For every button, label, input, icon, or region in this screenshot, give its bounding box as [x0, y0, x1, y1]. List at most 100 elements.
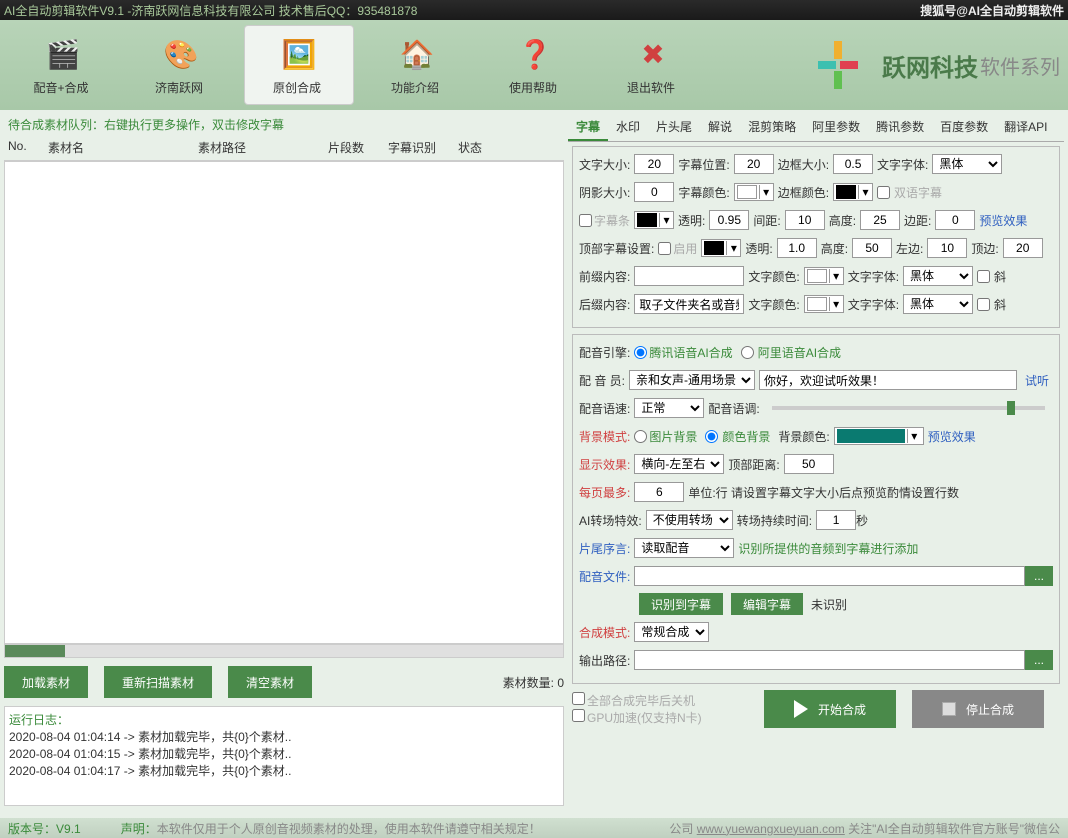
edit-subtitle-button[interactable]: 编辑字幕 — [731, 593, 803, 615]
margin-input[interactable] — [935, 210, 975, 230]
load-material-button[interactable]: 加载素材 — [4, 666, 88, 698]
voice-select[interactable]: 亲和女声-通用场景 — [629, 370, 755, 390]
tool-features[interactable]: 🏠功能介绍 — [362, 25, 472, 105]
transparency-input[interactable] — [709, 210, 749, 230]
shutdown-option[interactable]: 全部合成完毕后关机 — [572, 692, 702, 709]
tab-baidu-params[interactable]: 百度参数 — [932, 114, 996, 141]
tail-select[interactable]: 读取配音 — [634, 538, 734, 558]
position-label: 字幕位置: — [678, 156, 729, 173]
tool-help[interactable]: ❓使用帮助 — [480, 25, 590, 105]
subtitle-bar-checkbox[interactable] — [579, 214, 592, 227]
logo-area: 跃网科技 软件系列 — [798, 30, 1060, 100]
tab-narration[interactable]: 解说 — [700, 114, 740, 141]
ali-radio[interactable] — [741, 346, 754, 359]
effect-select[interactable]: 横向-左至右 — [634, 454, 724, 474]
bilingual-checkbox[interactable] — [877, 186, 890, 199]
gap-input[interactable] — [785, 210, 825, 230]
audio-file-input[interactable] — [634, 566, 1025, 586]
col-no: No. — [8, 139, 48, 156]
gap-label: 间距: — [753, 212, 780, 229]
tool-exit[interactable]: ✖退出软件 — [598, 25, 708, 105]
top-input[interactable] — [1003, 238, 1043, 258]
browse-audio-button[interactable]: ... — [1025, 566, 1053, 586]
bg-image-radio[interactable] — [634, 430, 647, 443]
compose-mode-select[interactable]: 常规合成 — [634, 622, 709, 642]
suffix-color-picker[interactable]: ▾ — [804, 295, 844, 313]
col-status: 状态 — [458, 139, 518, 156]
version: 版本号：V9.1 — [8, 820, 81, 837]
start-compose-button[interactable]: 开始合成 — [764, 690, 896, 728]
font-select[interactable]: 黑体 — [932, 154, 1002, 174]
tab-translate-api[interactable]: 翻译API — [996, 114, 1055, 141]
prefix-label: 前缀内容: — [579, 268, 630, 285]
top-color-picker[interactable]: ▾ — [701, 239, 741, 257]
left-input[interactable] — [927, 238, 967, 258]
tone-slider[interactable] — [772, 406, 1045, 410]
subtitle-color-picker[interactable]: ▾ — [734, 183, 774, 201]
test-text-input[interactable] — [759, 370, 1017, 390]
tab-ali-params[interactable]: 阿里参数 — [804, 114, 868, 141]
tool-company[interactable]: 🎨济南跃网 — [126, 25, 236, 105]
suffix-font-select[interactable]: 黑体 — [903, 294, 973, 314]
preview-link[interactable]: 预览效果 — [979, 212, 1027, 229]
height-input[interactable] — [860, 210, 900, 230]
test-listen-link[interactable]: 试听 — [1025, 372, 1049, 389]
tab-mix-strategy[interactable]: 混剪策略 — [740, 114, 804, 141]
shutdown-checkbox[interactable] — [572, 692, 585, 705]
prefix-italic-checkbox[interactable] — [977, 270, 990, 283]
position-input[interactable] — [734, 154, 774, 174]
top-height-input[interactable] — [852, 238, 892, 258]
browse-output-button[interactable]: ... — [1025, 650, 1053, 670]
preview-effect-link[interactable]: 预览效果 — [928, 428, 976, 445]
rescan-button[interactable]: 重新扫描素材 — [104, 666, 212, 698]
prefix-font-select[interactable]: 黑体 — [903, 266, 973, 286]
col-recognition: 字幕识别 — [388, 139, 458, 156]
font-size-input[interactable] — [634, 154, 674, 174]
unrecognized-label: 未识别 — [811, 596, 847, 613]
transparency-label: 透明: — [678, 212, 705, 229]
title-bar: AI全自动剪辑软件V9.1 -济南跃网信息科技有限公司 技术售后QQ：93548… — [0, 0, 1068, 20]
border-size-input[interactable] — [833, 154, 873, 174]
tone-label: 配音语调: — [708, 400, 759, 417]
suffix-italic-checkbox[interactable] — [977, 298, 990, 311]
bar-color-picker[interactable]: ▾ — [634, 211, 674, 229]
enable-checkbox[interactable] — [658, 242, 671, 255]
transition-select[interactable]: 不使用转场 — [646, 510, 733, 530]
duration-input[interactable] — [816, 510, 856, 530]
clear-button[interactable]: 清空素材 — [228, 666, 312, 698]
stop-compose-button[interactable]: 停止合成 — [912, 690, 1044, 728]
help-icon: ❓ — [515, 35, 555, 75]
tool-original-compose[interactable]: 🖼️原创合成 — [244, 25, 354, 105]
voice-label: 配 音 员: — [579, 372, 625, 389]
output-path-input[interactable] — [634, 650, 1025, 670]
top-distance-input[interactable] — [784, 454, 834, 474]
bg-color-picker[interactable]: ▾ — [834, 427, 924, 445]
shadow-input[interactable] — [634, 182, 674, 202]
border-color-picker[interactable]: ▾ — [833, 183, 873, 201]
gpu-checkbox[interactable] — [572, 709, 585, 722]
gpu-option[interactable]: GPU加速(仅支持N卡) — [572, 709, 702, 726]
tab-tencent-params[interactable]: 腾讯参数 — [868, 114, 932, 141]
prefix-color-picker[interactable]: ▾ — [804, 267, 844, 285]
tool-dub-compose[interactable]: 🎬配音+合成 — [8, 25, 118, 105]
clapper-icon: 🎬 — [43, 35, 83, 75]
table-header: No. 素材名 素材路径 片段数 字幕识别 状态 — [4, 135, 564, 161]
max-lines-hint: 单位:行 请设置字幕文字大小后点预览酌情设置行数 — [688, 484, 959, 501]
tab-subtitle[interactable]: 字幕 — [568, 114, 608, 141]
top-trans-input[interactable] — [777, 238, 817, 258]
tencent-radio[interactable] — [634, 346, 647, 359]
h-scrollbar[interactable] — [4, 644, 564, 658]
prefix-input[interactable] — [634, 266, 744, 286]
suffix-input[interactable] — [634, 294, 744, 314]
speed-select[interactable]: 正常 — [634, 398, 704, 418]
recognize-subtitle-button[interactable]: 识别到字幕 — [639, 593, 723, 615]
height-label: 高度: — [829, 212, 856, 229]
enable-label: 启用 — [673, 240, 697, 257]
tab-watermark[interactable]: 水印 — [608, 114, 648, 141]
tab-head-tail[interactable]: 片头尾 — [648, 114, 700, 141]
subtitle-bar-label: 字幕条 — [594, 212, 630, 229]
bg-color-radio[interactable] — [705, 430, 718, 443]
material-table[interactable] — [4, 161, 564, 644]
border-color-label: 边框颜色: — [778, 184, 829, 201]
max-lines-input[interactable] — [634, 482, 684, 502]
